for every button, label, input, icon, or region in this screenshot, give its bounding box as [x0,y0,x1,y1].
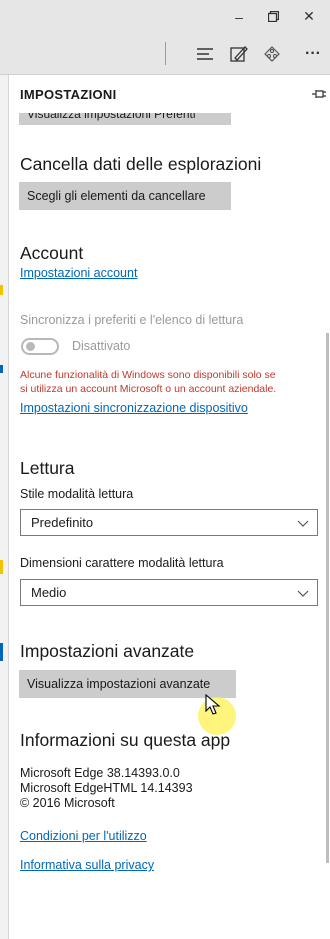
title-bar: – ✕ [0,0,330,33]
panel-title: IMPOSTAZIONI [20,87,117,102]
about-heading: Informazioni su questa app [20,730,231,750]
reading-font-size-label: Dimensioni carattere modalità lettura [20,556,224,570]
pin-icon[interactable] [311,87,327,101]
account-warning-line1: Alcune funzionalità di Windows sono disp… [20,369,276,381]
mouse-pointer-icon [205,694,221,715]
reading-font-size-dropdown[interactable]: Medio [20,579,318,606]
sync-toggle-state: Disattivato [72,339,131,353]
account-warning-line2: si utilizza un account Microsoft o un ac… [20,383,277,395]
reading-style-label: Stile modalità lettura [20,487,134,501]
page-edge [0,75,8,939]
chevron-down-icon [297,520,309,527]
page-edge-marker [0,560,3,574]
page-edge-marker [0,643,3,661]
reading-style-dropdown[interactable]: Predefinito [20,509,318,536]
account-heading: Account [20,243,84,263]
browser-toolbar: ··· [0,33,330,75]
settings-panel: IMPOSTAZIONI Visualizza impostazioni Pre… [8,75,330,939]
web-note-icon[interactable] [226,42,252,66]
reading-font-size-value: Medio [31,585,67,600]
account-settings-link[interactable]: Impostazioni account [20,266,137,280]
reading-style-value: Predefinito [31,515,94,530]
more-icon[interactable]: ··· [300,42,326,66]
sync-label: Sincronizza i preferiti e l'elenco di le… [20,313,244,327]
page-edge-marker [0,285,3,295]
restore-icon [267,11,279,22]
privacy-statement-link[interactable]: Informativa sulla privacy [20,858,154,872]
terms-of-use-link[interactable]: Condizioni per l'utilizzo [20,829,147,843]
sync-toggle[interactable] [21,338,59,355]
panel-header: IMPOSTAZIONI [9,75,330,113]
choose-what-to-clear-button[interactable]: Scegli gli elementi da cancellare [19,182,231,210]
page-edge-marker [0,365,3,373]
toolbar-divider [165,42,166,65]
copyright: © 2016 Microsoft [20,796,115,810]
reading-heading: Lettura [20,458,75,478]
view-advanced-settings-button[interactable]: Visualizza impostazioni avanzate [19,670,236,698]
toggle-knob [26,342,35,351]
share-icon[interactable] [259,42,285,66]
chevron-down-icon [297,590,309,597]
edge-version: Microsoft Edge 38.14393.0.0 [20,766,180,780]
scrollbar-thumb[interactable] [326,333,329,863]
close-window-button[interactable]: ✕ [292,0,326,33]
hub-icon[interactable] [192,42,218,66]
edgehtml-version: Microsoft EdgeHTML 14.14393 [20,781,193,795]
restore-button[interactable] [256,0,290,33]
advanced-heading: Impostazioni avanzate [20,641,195,661]
clear-data-heading: Cancella dati delle esplorazioni [20,154,262,174]
minimize-button[interactable]: – [222,0,256,33]
device-sync-settings-link[interactable]: Impostazioni sincronizzazione dispositiv… [20,401,248,415]
